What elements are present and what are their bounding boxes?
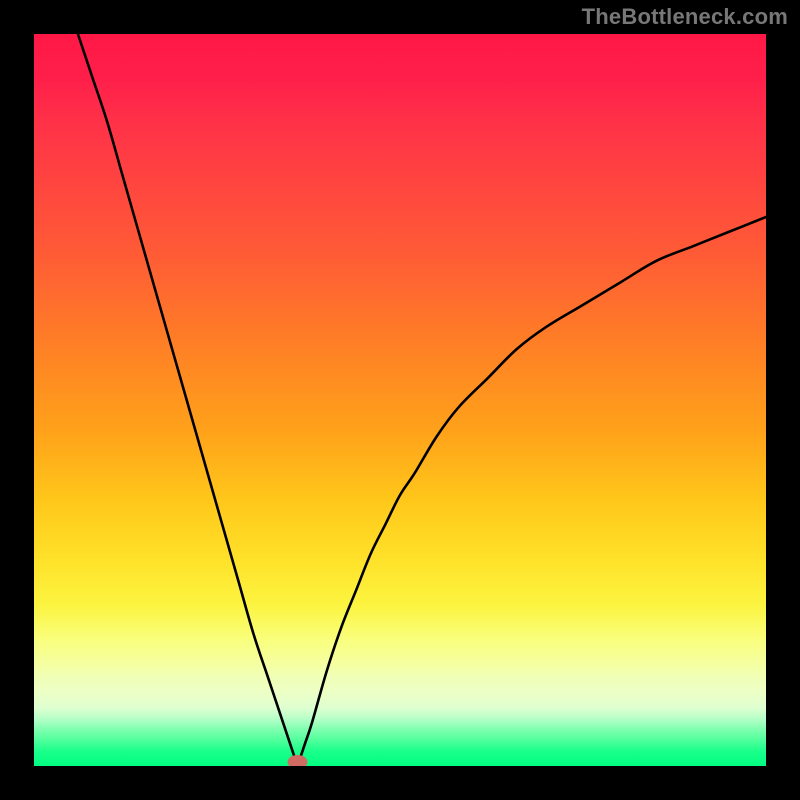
chart-frame: TheBottleneck.com [0,0,800,800]
bottleneck-curve [34,34,766,766]
watermark-text: TheBottleneck.com [582,4,788,30]
curve-right-branch [298,217,766,766]
plot-area [34,34,766,766]
curve-left-branch [78,34,298,766]
minimum-marker [288,755,308,766]
